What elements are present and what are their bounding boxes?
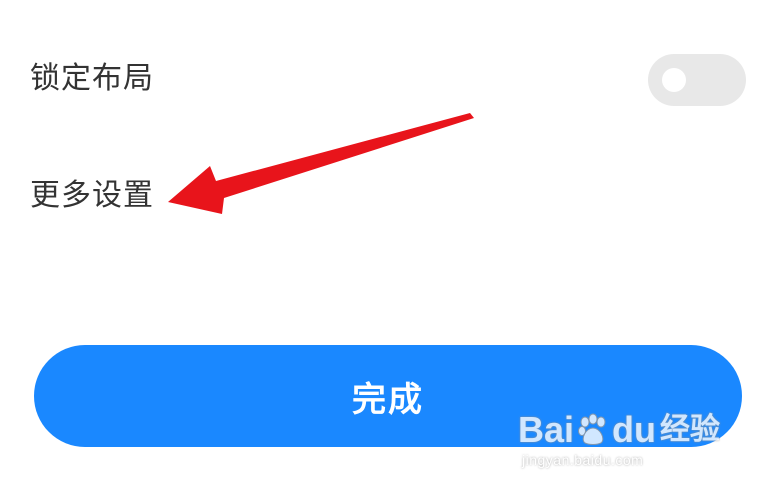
- baidu-jingyan-watermark: Bai du 经验 jingyan.baidu.com: [518, 412, 720, 469]
- watermark-brand-left: Bai: [517, 409, 575, 450]
- lock-layout-toggle[interactable]: [648, 54, 746, 106]
- watermark-jingyan: 经验: [660, 413, 720, 446]
- watermark-logo: Bai du 经验: [518, 412, 720, 448]
- paw-icon: [578, 413, 606, 445]
- lock-layout-label: 锁定布局: [30, 61, 154, 96]
- toggle-knob: [662, 68, 686, 92]
- settings-screen: 锁定布局 更多设置 完成 Bai du 经验 jingyan.baidu.com: [0, 0, 760, 500]
- watermark-url: jingyan.baidu.com: [521, 452, 644, 468]
- watermark-brand-right: du: [612, 409, 656, 450]
- more-settings-item[interactable]: 更多设置: [30, 181, 154, 211]
